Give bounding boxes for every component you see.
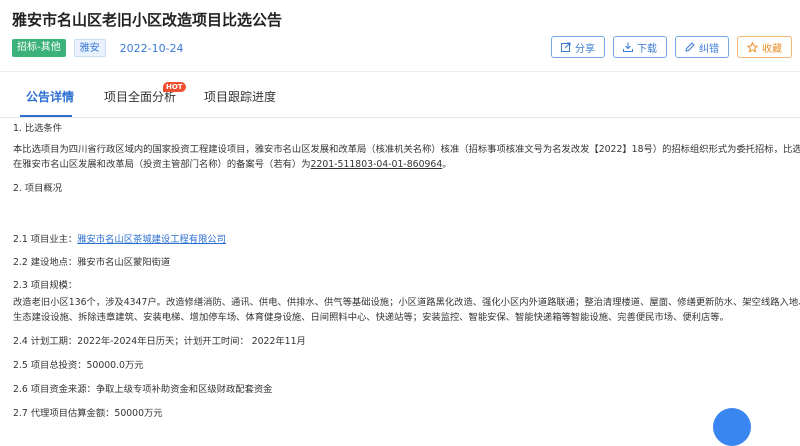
- section-heading: 2. 项目概况: [13, 183, 63, 194]
- meta-row: 招标-其他 雅安 2022-10-24: [12, 39, 184, 57]
- star-icon: [747, 41, 758, 53]
- text: 在雅安市名山区发展和改革局（投资主管部门名称）的备案号（若有）为: [13, 159, 311, 170]
- text: 。: [442, 159, 452, 170]
- share-label: 分享: [575, 43, 595, 55]
- section-heading: 1. 比选条件: [13, 123, 63, 134]
- correct-label: 纠错: [699, 43, 719, 55]
- tab-detail[interactable]: 公告详情: [26, 88, 74, 105]
- share-button[interactable]: 分享: [551, 36, 605, 58]
- paragraph: 2.5 项目总投资：50000.0万元: [13, 360, 144, 371]
- favorite-label: 收藏: [762, 43, 782, 55]
- region-tag: 雅安: [73, 39, 106, 57]
- share-icon: [561, 42, 571, 52]
- paragraph: 2.3 项目规模：: [13, 280, 78, 291]
- download-icon: [623, 42, 633, 52]
- hot-badge: HOT: [163, 82, 186, 92]
- filing-code: 2201-511803-04-01-860964: [310, 159, 443, 170]
- paragraph: 本比选项目为四川省行政区域内的国家投资工程建设项目，雅安市名山区发展和改革局（核…: [13, 144, 800, 155]
- page-title: 雅安市名山区老旧小区改造项目比选公告: [12, 11, 283, 29]
- divider: [0, 117, 800, 118]
- paragraph: 2.4 计划工期：2022年-2024年日历天；计划开工时间： 2022年11月: [13, 336, 306, 347]
- download-button[interactable]: 下载: [613, 36, 667, 58]
- paragraph: 改造老旧小区136个，涉及4347户。改造修缮消防、通讯、供电、供排水、供气等基…: [13, 297, 800, 308]
- paragraph: 2.1 项目业主：雅安市名山区茶城建设工程有限公司: [13, 231, 226, 245]
- label: 2.1 项目业主：: [13, 234, 78, 245]
- tab-tracking[interactable]: 项目跟踪进度: [204, 88, 276, 105]
- paragraph: 生态建设设施、拆除违章建筑、安装电梯、增加停车场、体育健身设施、日间照料中心、快…: [13, 312, 729, 323]
- favorite-button[interactable]: 收藏: [737, 36, 792, 58]
- download-label: 下载: [637, 43, 657, 55]
- owner-link[interactable]: 雅安市名山区茶城建设工程有限公司: [77, 234, 226, 245]
- floating-action-button[interactable]: [713, 408, 751, 446]
- category-tag: 招标-其他: [12, 39, 66, 57]
- edit-icon: [685, 42, 695, 52]
- paragraph: 2.6 项目资金来源：争取上级专项补助资金和区级财政配套资金: [13, 384, 273, 395]
- publish-date: 2022-10-24: [119, 41, 184, 55]
- paragraph: 2.2 建设地点：雅安市名山区蒙阳街道: [13, 257, 171, 268]
- paragraph: 2.7 代理项目估算金额：50000万元: [13, 408, 163, 419]
- tab-bar: 公告详情 项目全面分析 HOT 项目跟踪进度: [0, 72, 800, 118]
- action-bar: 分享 下载 纠错 收藏: [543, 36, 792, 58]
- paragraph: 在雅安市名山区发展和改革局（投资主管部门名称）的备案号（若有）为2201-511…: [13, 156, 452, 170]
- correct-button[interactable]: 纠错: [675, 36, 729, 58]
